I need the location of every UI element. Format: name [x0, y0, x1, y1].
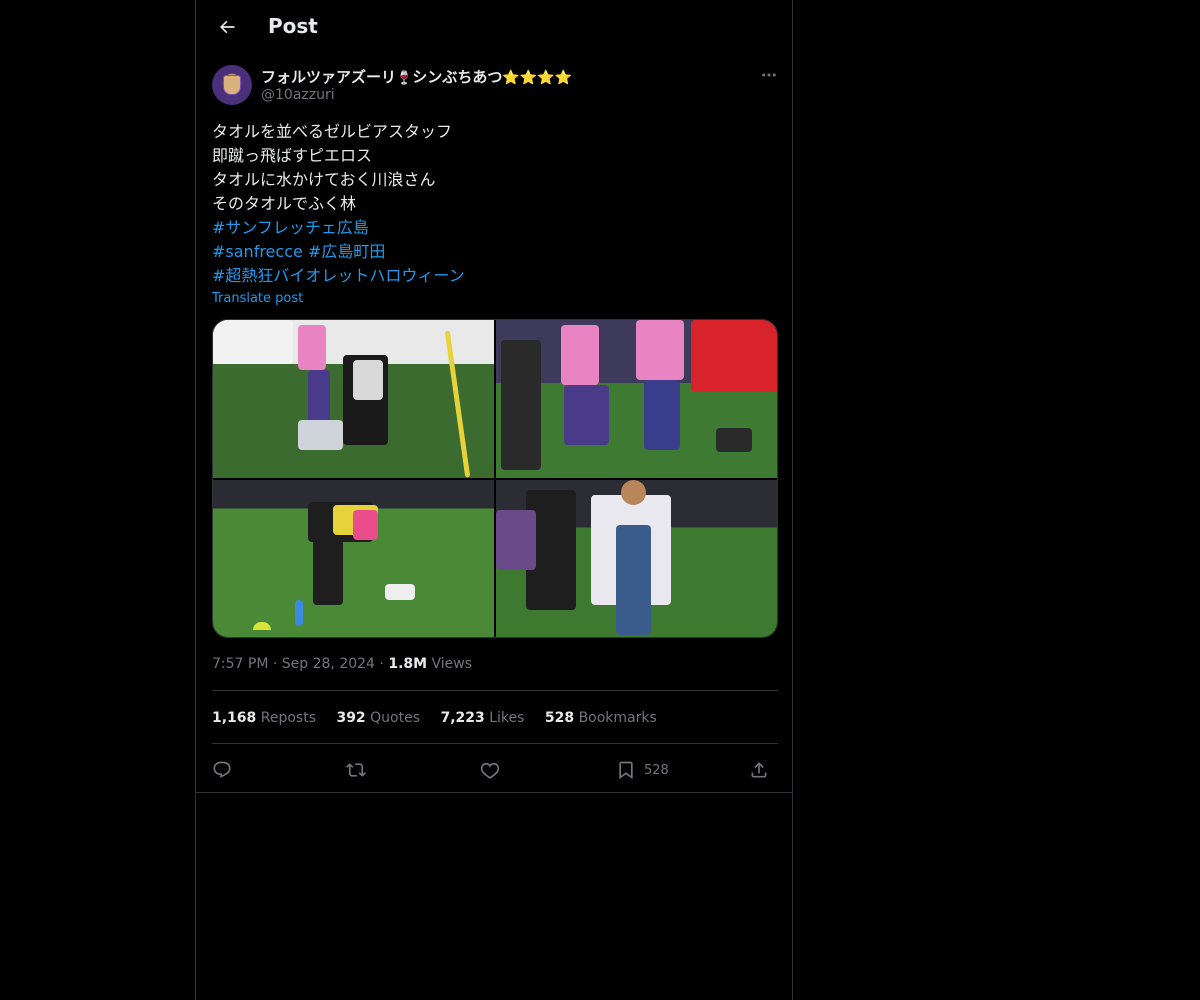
reply-icon: [213, 761, 231, 779]
reposts-stat[interactable]: 1,168 Reposts: [212, 710, 316, 726]
hashtag-link[interactable]: #サンフレッチェ広島: [212, 218, 369, 237]
post-header: Post: [196, 0, 792, 54]
bookmark-button[interactable]: 528: [616, 755, 669, 785]
photo-figure: [501, 340, 541, 470]
post-column: Post フォルツァアズーリ🍷シンぶちあつ⭐⭐⭐⭐ @10azzuri タオルを…: [195, 0, 793, 1000]
photo-1[interactable]: [213, 320, 494, 478]
photo-figure: [644, 380, 680, 450]
bookmarks-count: 528: [544, 710, 575, 726]
photo-figure: [691, 320, 777, 392]
bookmarks-label: Bookmarks: [578, 710, 657, 726]
photo-figure: [353, 510, 378, 540]
photo-figure: [716, 428, 752, 452]
reposts-label: Reposts: [260, 710, 316, 726]
tweet-line: 即蹴っ飛ばすピエロス: [212, 146, 373, 165]
photo-figure: [298, 420, 343, 450]
hashtag-link[interactable]: #sanfrecce: [212, 242, 303, 261]
photo-figure: [213, 320, 293, 364]
back-button[interactable]: [214, 14, 240, 40]
post-stats: 1,168 Reposts 392 Quotes 7,223 Likes 528…: [212, 710, 673, 726]
photo-figure: [295, 600, 303, 626]
reply-button[interactable]: [212, 755, 232, 785]
arrow-left-icon: [220, 20, 235, 34]
photo-figure: [564, 385, 609, 445]
likes-stat[interactable]: 7,223 Likes: [440, 710, 524, 726]
avatar-crest: [223, 75, 241, 95]
share-button[interactable]: [749, 755, 769, 785]
divider: [212, 743, 778, 744]
hashtag-link[interactable]: #広島町田: [308, 242, 385, 261]
tweet-line: タオルを並べるゼルビアスタッフ: [212, 122, 453, 141]
divider: [212, 690, 778, 691]
photo-3[interactable]: [213, 480, 494, 637]
tweet-line: タオルに水かけておく川浪さん: [212, 170, 436, 189]
more-horizontal-icon: [762, 73, 776, 77]
photo-figure: [353, 360, 383, 400]
photo-figure: [253, 622, 271, 630]
bookmark-icon: [619, 761, 633, 780]
tweet-line: そのタオルでふく林: [212, 194, 357, 213]
bookmarks-stat[interactable]: 528 Bookmarks: [545, 710, 657, 726]
author-name[interactable]: フォルツァアズーリ🍷シンぶちあつ⭐⭐⭐⭐: [261, 66, 572, 87]
photo-figure: [496, 510, 536, 570]
author-name-text: フォルツァアズーリ: [261, 68, 397, 86]
photo-figure: [298, 325, 326, 370]
photo-figure: [561, 325, 599, 385]
post-time[interactable]: 7:57 PM: [212, 656, 268, 672]
photo-figure: [621, 480, 646, 505]
photo-4[interactable]: [496, 480, 777, 637]
author-handle[interactable]: @10azzuri: [261, 87, 335, 103]
wine-glass-emoji: 🍷: [396, 71, 413, 86]
meta-separator: ·: [379, 656, 384, 672]
post-meta: 7:57 PM · Sep 28, 2024 · 1.8M Views: [212, 656, 472, 672]
post-date[interactable]: Sep 28, 2024: [282, 656, 375, 672]
hashtag-link[interactable]: #超熱狂バイオレットハロウィーン: [212, 266, 465, 285]
share-icon: [751, 762, 767, 778]
photo-figure: [616, 525, 651, 635]
action-bar: 528: [212, 755, 778, 785]
reposts-count: 1,168: [212, 710, 257, 726]
page-title: Post: [268, 14, 318, 38]
translate-post-link[interactable]: Translate post: [212, 291, 303, 306]
repost-icon: [346, 763, 366, 777]
like-button[interactable]: [480, 755, 500, 785]
media-grid: [212, 319, 778, 638]
quotes-count: 392: [336, 710, 366, 726]
views-label: Views: [431, 656, 473, 672]
photo-figure: [313, 535, 343, 605]
author-name-suffix: シンぶちあつ: [412, 68, 503, 86]
meta-separator: ·: [272, 656, 278, 672]
views-count: 1.8M: [388, 656, 428, 672]
avatar[interactable]: [212, 65, 252, 105]
likes-count: 7,223: [440, 710, 485, 726]
repost-button[interactable]: [346, 755, 366, 785]
quotes-stat[interactable]: 392 Quotes: [336, 710, 420, 726]
photo-figure: [636, 320, 684, 380]
likes-label: Likes: [489, 710, 525, 726]
quotes-label: Quotes: [370, 710, 420, 726]
more-button[interactable]: [758, 66, 780, 84]
photo-figure: [385, 584, 415, 600]
heart-icon: [480, 762, 500, 779]
tweet-text: タオルを並べるゼルビアスタッフ 即蹴っ飛ばすピエロス タオルに水かけておく川浪さ…: [212, 120, 465, 288]
bookmark-count: 528: [644, 762, 669, 778]
post-bottom-border: [196, 792, 792, 793]
photo-2[interactable]: [496, 320, 777, 478]
star-emojis: ⭐⭐⭐⭐: [502, 70, 573, 86]
photo-figure: [444, 330, 471, 478]
